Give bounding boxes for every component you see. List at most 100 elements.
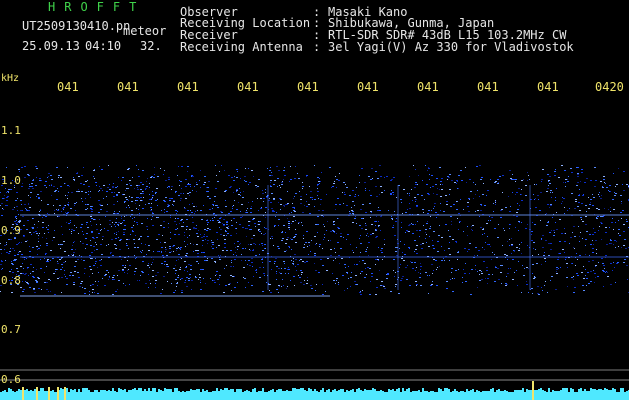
noise-speckle: [586, 178, 588, 179]
noise-speckle: [609, 185, 611, 186]
noise-speckle: [265, 233, 266, 234]
noise-speckle: [225, 190, 227, 191]
baseline-bar: [612, 388, 614, 393]
noise-speckle: [127, 169, 129, 170]
baseline-bar: [478, 391, 480, 393]
noise-speckle: [199, 274, 200, 275]
noise-speckle: [288, 246, 290, 247]
noise-speckle: [278, 248, 280, 249]
baseline-bar: [336, 391, 338, 393]
noise-speckle: [197, 236, 199, 237]
noise-speckle: [505, 207, 507, 208]
noise-speckle: [391, 218, 393, 219]
baseline-bar: [96, 390, 98, 393]
noise-speckle: [393, 259, 395, 260]
noise-speckle: [376, 196, 378, 197]
noise-speckle: [487, 244, 489, 245]
noise-speckle: [375, 225, 376, 226]
noise-speckle: [252, 266, 253, 267]
noise-speckle: [375, 229, 376, 230]
noise-speckle: [278, 225, 279, 226]
noise-speckle: [344, 264, 346, 265]
noise-speckle: [487, 278, 489, 279]
noise-speckle: [320, 259, 322, 260]
noise-speckle: [506, 255, 508, 256]
noise-speckle: [271, 236, 273, 237]
noise-speckle: [153, 259, 154, 260]
noise-speckle: [287, 269, 288, 270]
noise-speckle: [238, 194, 240, 195]
noise-speckle: [219, 284, 220, 285]
noise-speckle: [411, 262, 413, 263]
noise-speckle: [129, 196, 130, 197]
noise-speckle: [435, 184, 437, 185]
noise-speckle: [428, 194, 430, 195]
baseline-bar: [8, 388, 10, 393]
noise-speckle: [416, 285, 417, 286]
noise-speckle: [229, 283, 231, 284]
noise-speckle: [218, 255, 219, 256]
noise-speckle: [428, 293, 429, 294]
noise-speckle: [129, 265, 131, 266]
noise-speckle: [62, 267, 63, 268]
noise-speckle: [440, 210, 441, 211]
noise-speckle: [157, 176, 159, 177]
noise-speckle: [359, 182, 360, 183]
noise-speckle: [376, 279, 378, 280]
noise-speckle: [186, 253, 188, 254]
baseline-bar: [412, 391, 414, 393]
noise-speckle: [322, 248, 323, 249]
noise-speckle: [310, 285, 312, 286]
noise-speckle: [544, 258, 546, 259]
noise-speckle: [371, 276, 373, 277]
noise-speckle: [157, 199, 158, 200]
baseline-bar: [18, 389, 20, 393]
noise-speckle: [258, 230, 259, 231]
noise-speckle: [457, 181, 458, 182]
noise-speckle: [400, 280, 402, 281]
noise-speckle: [192, 217, 193, 218]
noise-speckle: [207, 240, 209, 241]
noise-speckle: [178, 234, 180, 235]
noise-speckle: [343, 237, 344, 238]
noise-speckle: [613, 173, 614, 174]
noise-speckle: [594, 273, 596, 274]
noise-speckle: [546, 191, 548, 192]
noise-speckle: [579, 189, 580, 190]
noise-speckle: [288, 267, 289, 268]
noise-speckle: [121, 218, 122, 219]
noise-speckle: [225, 285, 227, 286]
noise-speckle: [237, 249, 238, 250]
noise-speckle: [46, 187, 47, 188]
noise-speckle: [416, 253, 418, 254]
noise-speckle: [371, 168, 373, 169]
noise-speckle: [140, 189, 142, 190]
baseline-bar: [210, 392, 212, 393]
noise-speckle: [222, 223, 223, 224]
noise-speckle: [435, 212, 437, 213]
noise-speckle: [27, 268, 28, 269]
noise-speckle: [423, 225, 424, 226]
noise-speckle: [32, 218, 33, 219]
noise-speckle: [112, 255, 114, 256]
noise-speckle: [567, 267, 568, 268]
noise-speckle: [338, 282, 339, 283]
noise-speckle: [175, 191, 177, 192]
noise-speckle: [507, 273, 509, 274]
baseline-bar: [246, 390, 248, 393]
noise-speckle: [322, 210, 324, 211]
noise-speckle: [128, 205, 129, 206]
noise-speckle: [400, 241, 401, 242]
noise-speckle: [186, 229, 187, 230]
noise-speckle: [300, 203, 302, 204]
noise-speckle: [422, 180, 423, 181]
noise-speckle: [540, 220, 541, 221]
noise-speckle: [365, 223, 366, 224]
noise-speckle: [100, 205, 101, 206]
noise-speckle: [293, 216, 295, 217]
baseline-fill: [0, 393, 629, 400]
noise-speckle: [21, 242, 22, 243]
noise-speckle: [172, 204, 173, 205]
noise-speckle: [262, 190, 263, 191]
noise-speckle: [195, 228, 197, 229]
